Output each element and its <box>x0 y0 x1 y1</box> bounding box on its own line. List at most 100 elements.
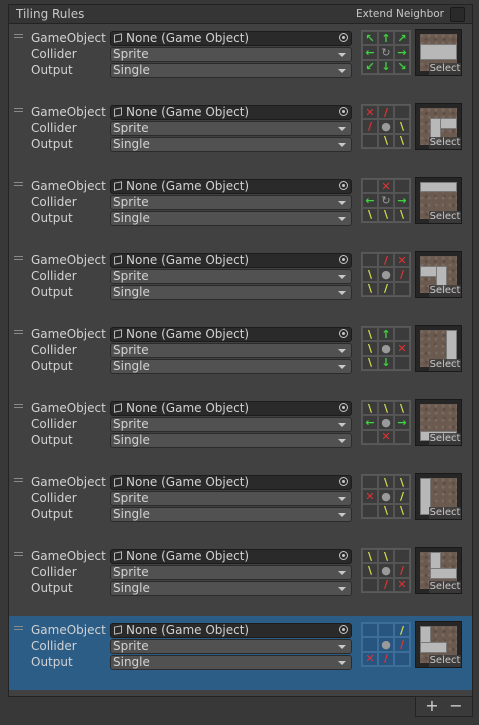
drag-handle[interactable] <box>14 404 23 409</box>
neighbor-cell[interactable]: ● <box>378 637 394 652</box>
neighbor-cell[interactable]: \ <box>362 563 378 578</box>
neighbor-cell[interactable]: / <box>394 563 410 578</box>
sprite-thumbnail[interactable]: Select <box>415 621 462 668</box>
collider-dropdown[interactable]: Sprite <box>110 121 352 136</box>
drag-handle[interactable] <box>14 256 23 261</box>
neighbor-cell[interactable]: \ <box>378 133 394 148</box>
neighbor-cell[interactable]: ✕ <box>362 489 378 504</box>
neighbor-cell[interactable]: ✕ <box>394 341 410 356</box>
neighbor-cell[interactable]: \ <box>362 341 378 356</box>
sprite-thumbnail[interactable]: Select <box>415 547 462 594</box>
neighbor-cell[interactable]: / <box>394 489 410 504</box>
collider-dropdown[interactable]: Sprite <box>110 639 352 654</box>
tiling-rule[interactable]: GameObject Collider Output None (Game Objec… <box>9 246 472 320</box>
object-picker-icon[interactable] <box>339 551 348 560</box>
neighbor-cell[interactable] <box>378 623 394 638</box>
neighbor-cell[interactable]: ↻ <box>378 45 394 60</box>
collider-dropdown[interactable]: Sprite <box>110 417 352 432</box>
collider-dropdown[interactable]: Sprite <box>110 269 352 284</box>
neighbor-cell[interactable]: / <box>378 651 394 666</box>
neighbor-cell[interactable]: \ <box>394 133 410 148</box>
neighbor-cell[interactable]: → <box>394 415 410 430</box>
tiling-rule[interactable]: GameObject Collider Output None (Game Objec… <box>9 172 472 246</box>
object-picker-icon[interactable] <box>339 625 348 634</box>
drag-handle[interactable] <box>14 182 23 187</box>
neighbor-cell[interactable] <box>394 105 410 120</box>
neighbor-cell[interactable] <box>362 253 378 268</box>
tiling-rule[interactable]: GameObject Collider Output None (Game Objec… <box>9 468 472 542</box>
neighbor-cell[interactable]: ● <box>378 563 394 578</box>
neighbor-cell[interactable] <box>394 281 410 296</box>
object-picker-icon[interactable] <box>339 255 348 264</box>
neighbor-cell[interactable]: ↑ <box>378 31 394 46</box>
neighbor-cell[interactable]: ● <box>378 267 394 282</box>
sprite-thumbnail[interactable]: Select <box>415 473 462 520</box>
neighbor-cell[interactable]: \ <box>362 267 378 282</box>
neighbor-cell[interactable] <box>394 651 410 666</box>
neighbor-cell[interactable]: → <box>394 45 410 60</box>
select-button[interactable]: Select <box>429 285 461 297</box>
neighbor-cell[interactable]: / <box>394 637 410 652</box>
neighbor-cell[interactable]: \ <box>378 549 394 564</box>
neighbor-cell[interactable]: \ <box>362 207 378 222</box>
output-dropdown[interactable]: Single <box>110 655 352 670</box>
select-button[interactable]: Select <box>429 507 461 519</box>
collider-dropdown[interactable]: Sprite <box>110 565 352 580</box>
output-dropdown[interactable]: Single <box>110 63 352 78</box>
gameobject-field[interactable]: None (Game Object) <box>110 253 352 268</box>
neighbor-cell[interactable]: ● <box>378 341 394 356</box>
output-dropdown[interactable]: Single <box>110 507 352 522</box>
output-dropdown[interactable]: Single <box>110 359 352 374</box>
select-button[interactable]: Select <box>429 655 461 667</box>
collider-dropdown[interactable]: Sprite <box>110 47 352 62</box>
neighbor-cell[interactable]: ↙ <box>362 59 378 74</box>
sprite-thumbnail[interactable]: Select <box>415 103 462 150</box>
sprite-thumbnail[interactable]: Select <box>415 29 462 76</box>
drag-handle[interactable] <box>14 478 23 483</box>
gameobject-field[interactable]: None (Game Object) <box>110 549 352 564</box>
neighbor-cell[interactable]: / <box>378 253 394 268</box>
neighbor-cell[interactable]: ✕ <box>378 179 394 194</box>
tiling-rule[interactable]: GameObject Collider Output None (Game Objec… <box>9 98 472 172</box>
drag-handle[interactable] <box>14 552 23 557</box>
neighbor-cell[interactable]: \ <box>394 475 410 490</box>
neighbor-cell[interactable]: ✕ <box>394 253 410 268</box>
neighbor-cell[interactable]: ↗ <box>394 31 410 46</box>
gameobject-field[interactable]: None (Game Object) <box>110 623 352 638</box>
tiling-rule[interactable]: GameObject Collider Output None (Game Objec… <box>9 24 472 98</box>
neighbor-cell[interactable]: ← <box>362 415 378 430</box>
neighbor-cell[interactable] <box>394 327 410 342</box>
select-button[interactable]: Select <box>429 581 461 593</box>
object-picker-icon[interactable] <box>339 477 348 486</box>
neighbor-cell[interactable] <box>362 179 378 194</box>
drag-handle[interactable] <box>14 626 23 631</box>
gameobject-field[interactable]: None (Game Object) <box>110 327 352 342</box>
neighbor-cell[interactable] <box>362 623 378 638</box>
neighbor-cell[interactable] <box>362 475 378 490</box>
neighbor-cell[interactable]: ↓ <box>378 355 394 370</box>
select-button[interactable]: Select <box>429 63 461 75</box>
neighbor-cell[interactable]: ✕ <box>362 105 378 120</box>
select-button[interactable]: Select <box>429 211 461 223</box>
neighbor-cell[interactable]: \ <box>394 207 410 222</box>
sprite-thumbnail[interactable]: Select <box>415 177 462 224</box>
drag-handle[interactable] <box>14 330 23 335</box>
neighbor-cell[interactable]: ← <box>362 45 378 60</box>
neighbor-cell[interactable] <box>362 637 378 652</box>
neighbor-cell[interactable]: \ <box>378 503 394 518</box>
output-dropdown[interactable]: Single <box>110 211 352 226</box>
neighbor-cell[interactable]: ↑ <box>378 327 394 342</box>
collider-dropdown[interactable]: Sprite <box>110 491 352 506</box>
neighbor-cell[interactable]: ● <box>378 415 394 430</box>
neighbor-cell[interactable]: / <box>378 281 394 296</box>
sprite-thumbnail[interactable]: Select <box>415 325 462 372</box>
neighbor-cell[interactable]: \ <box>394 119 410 134</box>
neighbor-cell[interactable] <box>394 179 410 194</box>
collider-dropdown[interactable]: Sprite <box>110 195 352 210</box>
output-dropdown[interactable]: Single <box>110 285 352 300</box>
gameobject-field[interactable]: None (Game Object) <box>110 179 352 194</box>
object-picker-icon[interactable] <box>339 33 348 42</box>
select-button[interactable]: Select <box>429 137 461 149</box>
neighbor-cell[interactable]: ↻ <box>378 193 394 208</box>
neighbor-cell[interactable] <box>394 355 410 370</box>
